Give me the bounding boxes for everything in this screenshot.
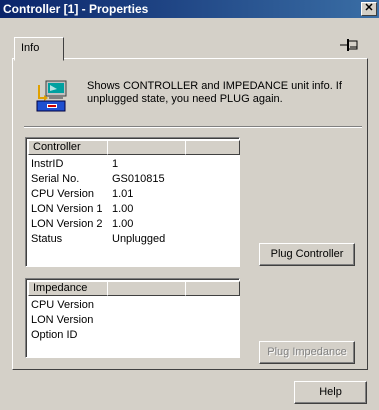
pin-icon[interactable] bbox=[339, 37, 361, 53]
impedance-header-label: Impedance bbox=[33, 282, 88, 294]
impedance-extra-column-header[interactable] bbox=[185, 281, 240, 296]
list-item[interactable]: CPU Version 1.01 bbox=[31, 187, 231, 202]
list-item[interactable]: LON Version 1 1.00 bbox=[31, 202, 231, 217]
close-button[interactable]: ✕ bbox=[361, 2, 377, 16]
controller-column-header[interactable]: Controller bbox=[28, 140, 108, 155]
row-key: CPU Version bbox=[31, 188, 94, 200]
row-value: 1 bbox=[112, 158, 119, 170]
info-description: Shows CONTROLLER and IMPEDANCE unit info… bbox=[87, 80, 342, 105]
separator bbox=[24, 126, 362, 128]
impedance-value-column-header[interactable] bbox=[107, 281, 186, 296]
impedance-list[interactable]: Impedance CPU Version LON Version Option… bbox=[25, 278, 240, 358]
list-item[interactable]: Status Unplugged bbox=[31, 232, 231, 247]
list-item[interactable]: CPU Version bbox=[31, 298, 231, 313]
row-key: CPU Version bbox=[31, 299, 94, 311]
row-key: LON Version 1 bbox=[31, 203, 103, 215]
title-bar[interactable]: Controller [1] - Properties ✕ bbox=[0, 0, 379, 18]
plug-controller-button[interactable]: Plug Controller bbox=[259, 243, 355, 266]
controller-value-column-header[interactable] bbox=[107, 140, 186, 155]
controller-header-label: Controller bbox=[33, 141, 81, 153]
plug-impedance-button[interactable]: Plug Impedance bbox=[259, 341, 355, 364]
tab-label: Info bbox=[21, 42, 40, 54]
row-key: Option ID bbox=[31, 329, 78, 341]
window-title: Controller [1] - Properties bbox=[3, 2, 149, 16]
list-item[interactable]: InstrID 1 bbox=[31, 157, 231, 172]
tab-info[interactable]: Info bbox=[14, 37, 64, 61]
help-button[interactable]: Help bbox=[294, 381, 367, 404]
list-item[interactable]: Option ID bbox=[31, 328, 231, 343]
row-key: LON Version bbox=[31, 314, 94, 326]
list-item[interactable]: LON Version 2 1.00 bbox=[31, 217, 231, 232]
row-value: 1.00 bbox=[112, 218, 134, 230]
close-icon: ✕ bbox=[364, 2, 374, 14]
row-value: 1.01 bbox=[112, 188, 134, 200]
row-key: Status bbox=[31, 233, 63, 245]
controller-info-icon bbox=[36, 80, 67, 112]
row-key: LON Version 2 bbox=[31, 218, 103, 230]
controller-extra-column-header[interactable] bbox=[185, 140, 240, 155]
controller-list[interactable]: Controller InstrID 1 Serial No. GS010815… bbox=[25, 137, 240, 267]
row-value: 1.00 bbox=[112, 203, 134, 215]
list-item[interactable]: Serial No. GS010815 bbox=[31, 172, 231, 187]
impedance-column-header[interactable]: Impedance bbox=[28, 281, 108, 296]
row-key: Serial No. bbox=[31, 173, 80, 185]
row-value: Unplugged bbox=[112, 233, 166, 245]
list-item[interactable]: LON Version bbox=[31, 313, 231, 328]
row-key: InstrID bbox=[31, 158, 64, 170]
row-value: GS010815 bbox=[112, 173, 165, 185]
